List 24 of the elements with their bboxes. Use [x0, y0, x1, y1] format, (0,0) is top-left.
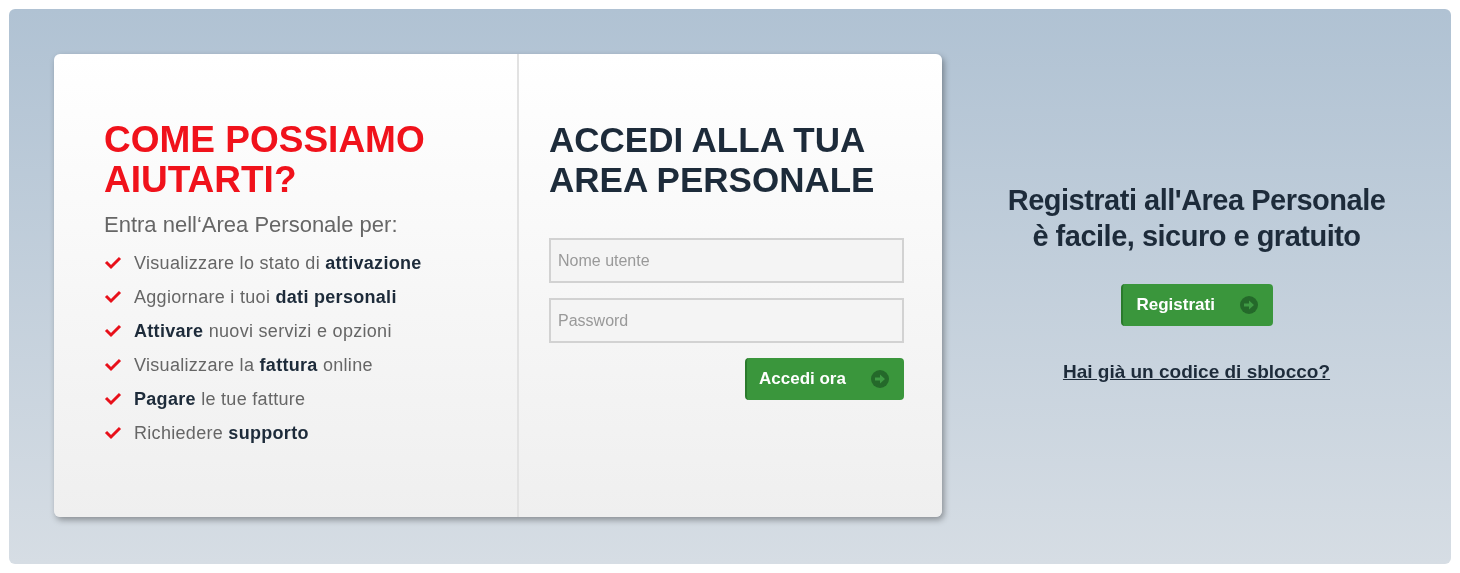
- check-icon: [104, 324, 122, 338]
- unlock-code-link[interactable]: Hai già un codice di sblocco?: [1062, 358, 1331, 387]
- password-field[interactable]: Password: [549, 298, 904, 343]
- feature-text: Richiedere supporto: [134, 421, 309, 445]
- register-heading: Registrati all'Area Personale: [1007, 183, 1386, 218]
- login-button[interactable]: Accedi ora: [745, 358, 904, 400]
- help-subtitle: Entra nell‘Area Personale per:: [104, 211, 399, 239]
- arrow-circle-icon: [870, 369, 890, 389]
- feature-text: Visualizzare lo stato di attivazione: [134, 251, 422, 275]
- username-field[interactable]: Nome utente: [549, 238, 904, 283]
- check-icon: [104, 426, 122, 440]
- feature-text: Attivare nuovi servizi e opzioni: [134, 319, 392, 343]
- check-icon: [104, 392, 122, 406]
- help-title: COME POSSIAMO AIUTARTI?: [104, 120, 426, 200]
- feature-text: Aggiornare i tuoi dati personali: [134, 285, 397, 309]
- arrow-circle-icon: [1238, 295, 1259, 315]
- check-icon: [104, 358, 122, 372]
- check-icon: [104, 256, 122, 270]
- login-title: ACCEDI ALLA TUA AREA PERSONALE: [549, 120, 876, 200]
- register-button[interactable]: Registrati: [1120, 284, 1273, 326]
- feature-text: Pagare le tue fatture: [134, 387, 306, 411]
- register-heading: è facile, sicuro e gratuito: [1032, 219, 1361, 254]
- feature-text: Visualizzare la fattura online: [134, 353, 373, 377]
- check-icon: [104, 290, 122, 304]
